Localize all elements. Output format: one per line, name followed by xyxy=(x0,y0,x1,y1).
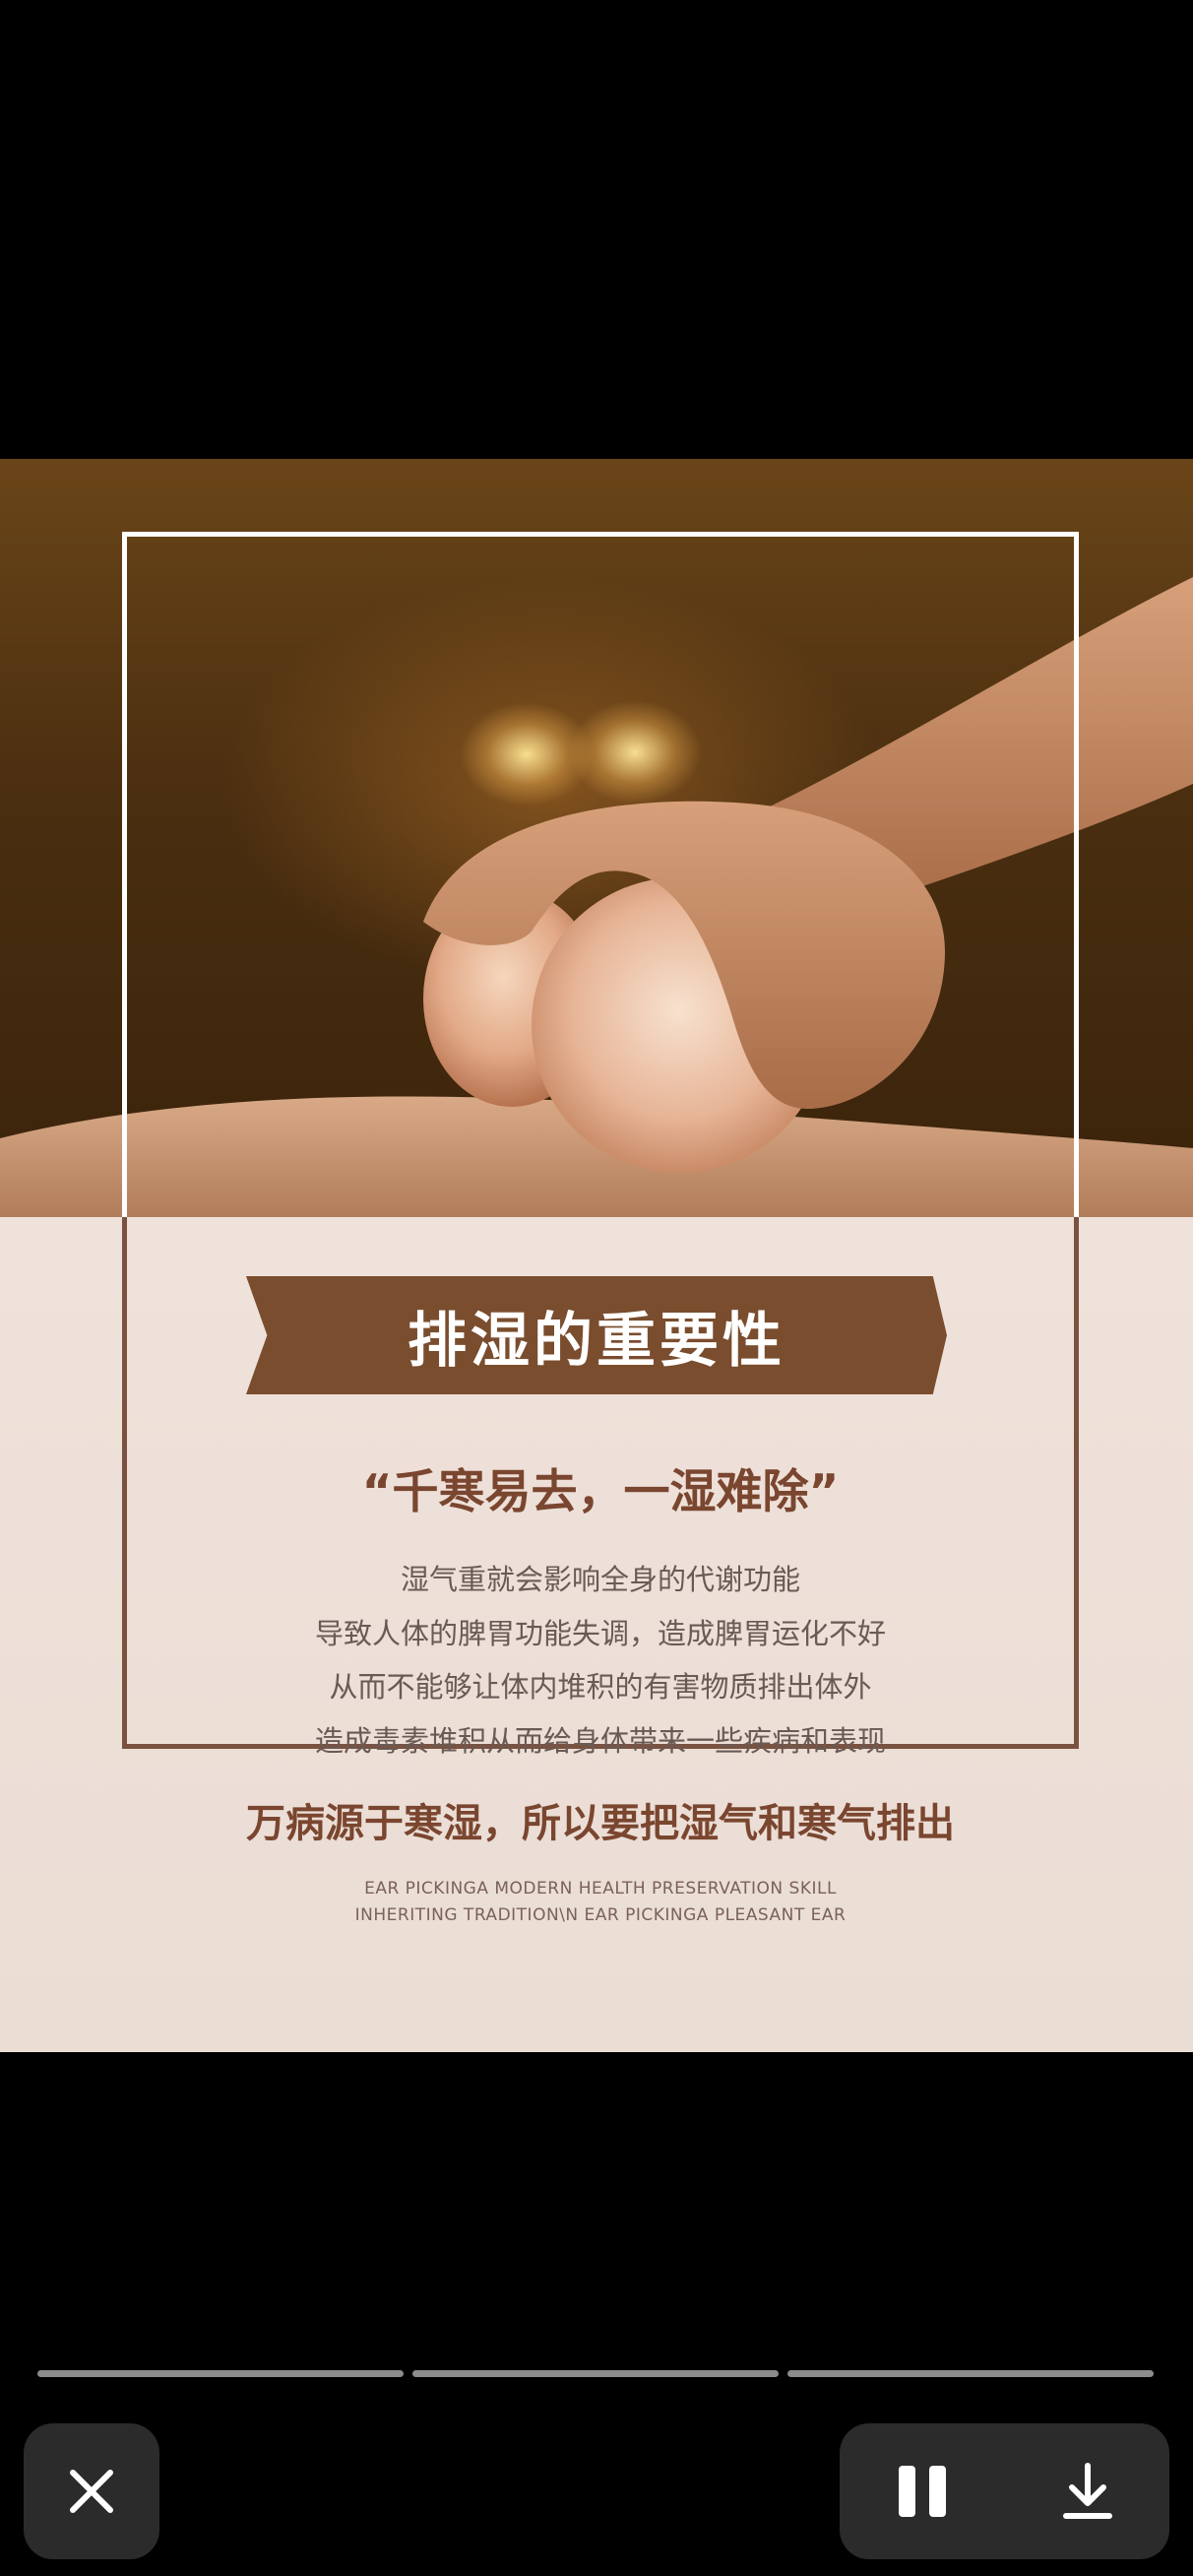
massage-photo xyxy=(0,459,1193,1217)
massage-illustration xyxy=(0,577,1193,1217)
frame-right-upper xyxy=(1074,532,1079,1217)
body-line: 造成毒素堆积从而给身体带来一些疾病和表现 xyxy=(314,1724,886,1758)
close-icon xyxy=(70,2470,113,2513)
quote: “千寒易去，一湿难除” xyxy=(361,1465,840,1519)
progress-segment-2 xyxy=(412,2370,779,2377)
pause-button[interactable] xyxy=(840,2423,1005,2559)
title-banner: 排湿的重要性 xyxy=(246,1276,947,1394)
story-viewer: 排湿的重要性 “千寒易去，一湿难除” 湿气重就会影响全身的代谢功能 导致人体的脾… xyxy=(0,0,1193,2576)
english-caption: INHERITING TRADITION\N EAR PICKINGA PLEA… xyxy=(354,1905,847,1925)
body-line: 从而不能够让体内堆积的有害物质排出体外 xyxy=(329,1670,872,1704)
banner-title: 排湿的重要性 xyxy=(408,1306,785,1376)
body-line: 湿气重就会影响全身的代谢功能 xyxy=(400,1563,800,1596)
frame-left-upper xyxy=(122,532,127,1217)
progress-segment-3 xyxy=(787,2370,1154,2377)
playback-controls xyxy=(840,2423,1169,2559)
close-button[interactable] xyxy=(24,2423,159,2559)
body-line: 导致人体的脾胃功能失调，造成脾胃运化不好 xyxy=(314,1617,886,1650)
frame-right-lower xyxy=(1074,1217,1079,1749)
frame-top xyxy=(122,532,1079,537)
download-icon xyxy=(1062,2463,1112,2519)
headline: 万病源于寒湿，所以要把湿气和寒气排出 xyxy=(246,1801,955,1846)
progress-segment-1 xyxy=(37,2370,404,2377)
pause-icon xyxy=(899,2466,946,2517)
english-caption: EAR PICKINGA MODERN HEALTH PRESERVATION … xyxy=(364,1879,837,1899)
poster-image: 排湿的重要性 “千寒易去，一湿难除” 湿气重就会影响全身的代谢功能 导致人体的脾… xyxy=(0,459,1193,2052)
download-button[interactable] xyxy=(1005,2423,1169,2559)
